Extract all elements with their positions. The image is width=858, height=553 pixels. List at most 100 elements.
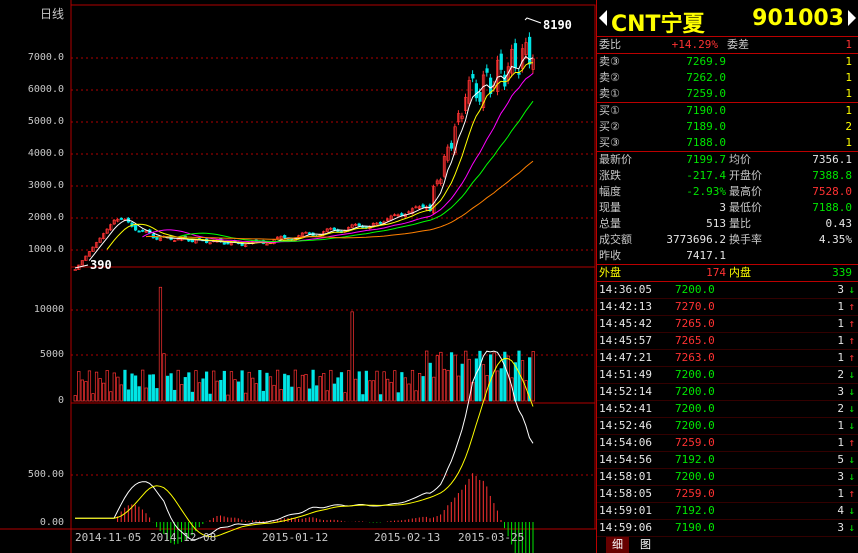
volume-bar	[173, 389, 177, 402]
trade-volume: 1	[837, 317, 844, 330]
next-stock-arrow-icon[interactable]	[848, 10, 856, 26]
stat-label: 幅度	[599, 185, 621, 198]
trade-volume: 1	[837, 487, 844, 500]
ask-row[interactable]: 卖① 7259.0 1	[597, 86, 858, 102]
candle	[517, 72, 521, 75]
trade-row[interactable]: 14:51:49 7200.0 2 ↓	[597, 367, 858, 384]
volume-bar	[261, 390, 265, 402]
candle	[187, 239, 191, 242]
candle	[513, 43, 518, 68]
tab-detail[interactable]: 细	[606, 537, 629, 553]
trade-row[interactable]: 14:58:05 7259.0 1 ↑	[597, 486, 858, 503]
price-axis-label: 4000.0	[27, 148, 64, 159]
bid-row[interactable]: 买③ 7188.0 1	[597, 135, 858, 151]
ask-row[interactable]: 卖③ 7269.9 1	[597, 54, 858, 70]
trade-volume: 1	[837, 436, 844, 449]
candle	[73, 269, 77, 271]
ask-label: 卖②	[599, 71, 620, 84]
indicator-axis-label: 0.00	[39, 517, 64, 528]
trade-time: 14:54:56	[599, 453, 652, 466]
trade-row[interactable]: 14:59:01 7192.0 4 ↓	[597, 503, 858, 520]
trade-detail-list[interactable]: 14:36:05 7200.0 3 ↓ 14:42:13 7270.0 1 ↑ 14:45:42…	[597, 282, 858, 537]
arrow-up-icon: ↑	[848, 436, 855, 449]
price-axis-label: 3000.0	[27, 180, 64, 191]
kline-chart[interactable]	[0, 0, 596, 553]
volume-bar	[336, 377, 340, 402]
volume-bar	[112, 372, 116, 402]
ask-volume: 1	[845, 87, 852, 100]
trade-price: 7200.0	[675, 385, 715, 398]
volume-bar	[325, 390, 329, 402]
trade-row[interactable]: 14:52:46 7200.0 1 ↓	[597, 418, 858, 435]
volume-bar	[123, 369, 127, 402]
trade-volume: 2	[837, 402, 844, 415]
trade-price: 7200.0	[675, 283, 715, 296]
trade-row[interactable]: 14:59:06 7190.0 3 ↓	[597, 520, 858, 537]
trade-row[interactable]: 14:58:01 7200.0 3 ↓	[597, 469, 858, 486]
arrow-down-icon: ↓	[848, 521, 855, 534]
trade-row[interactable]: 14:52:14 7200.0 3 ↓	[597, 384, 858, 401]
period-label: 日线	[40, 7, 65, 21]
kline-chart-area[interactable]: 日线 7000.0 6000.0 5000.0 4000.0 3000.0 20…	[0, 0, 596, 553]
trade-row[interactable]: 14:54:06 7259.0 1 ↑	[597, 435, 858, 452]
candle	[474, 83, 478, 99]
trade-price: 7200.0	[675, 470, 715, 483]
volume-bar	[318, 376, 322, 402]
volume-bar	[332, 383, 336, 402]
volume-bar	[165, 375, 170, 402]
weibi-label: 委比	[599, 38, 621, 51]
trade-row[interactable]: 14:36:05 7200.0 3 ↓	[597, 282, 858, 299]
volume-bar	[158, 286, 163, 402]
volume-bar	[428, 362, 432, 402]
stat-row: 涨跌 -217.4 开盘价 7388.8	[597, 168, 858, 184]
volume-bar	[396, 392, 400, 402]
prev-stock-arrow-icon[interactable]	[599, 10, 607, 26]
volume-bar	[531, 351, 535, 402]
volume-bar	[389, 381, 393, 402]
ask-row[interactable]: 卖② 7262.0 1	[597, 70, 858, 86]
volume-bar	[421, 376, 425, 402]
trade-row[interactable]: 14:47:21 7263.0 1 ↑	[597, 350, 858, 367]
stat-label: 最低价	[729, 201, 762, 214]
stat-label: 现量	[599, 201, 621, 214]
volume-bar	[119, 384, 124, 402]
trade-row[interactable]: 14:45:57 7265.0 1 ↑	[597, 333, 858, 350]
bid-row[interactable]: 买① 7190.0 1	[597, 103, 858, 119]
volume-bar	[339, 372, 344, 402]
trade-row[interactable]: 14:52:41 7200.0 2 ↓	[597, 401, 858, 418]
arrow-down-icon: ↓	[848, 470, 855, 483]
candle	[528, 36, 532, 65]
volume-bar	[73, 395, 77, 402]
inner-value: 339	[832, 266, 852, 279]
volume-bar	[197, 382, 202, 402]
weibi-row: 委比 +14.29% 委差 1	[597, 37, 858, 54]
volume-bar	[148, 374, 152, 402]
candle	[222, 242, 226, 245]
volume-bar	[315, 385, 319, 402]
stat-row: 最新价 7199.7 均价 7356.1	[597, 152, 858, 168]
volume-bar	[368, 380, 372, 402]
volume-bar	[403, 377, 407, 402]
volume-bar	[254, 383, 258, 402]
arrow-up-icon: ↑	[848, 351, 855, 364]
volume-bar	[378, 394, 383, 402]
tab-chart[interactable]: 图	[634, 537, 657, 553]
bottom-tabs: 细 图	[596, 537, 858, 553]
volume-bar	[137, 386, 141, 402]
trade-row[interactable]: 14:42:13 7270.0 1 ↑	[597, 299, 858, 316]
inner-label: 内盘	[729, 266, 751, 279]
ma-line	[145, 100, 534, 243]
trade-time: 14:59:06	[599, 521, 652, 534]
volume-bar	[180, 384, 184, 402]
volume-bar	[201, 378, 205, 402]
bid-row[interactable]: 买② 7189.0 2	[597, 119, 858, 135]
volume-bar	[268, 376, 273, 402]
stat-value: 7356.1	[812, 153, 852, 166]
trade-time: 14:45:42	[599, 317, 652, 330]
volume-bar	[446, 369, 450, 402]
trade-row[interactable]: 14:54:56 7192.0 5 ↓	[597, 452, 858, 469]
trade-time: 14:42:13	[599, 300, 652, 313]
volume-bar	[265, 372, 269, 402]
trade-time: 14:54:06	[599, 436, 652, 449]
trade-row[interactable]: 14:45:42 7265.0 1 ↑	[597, 316, 858, 333]
